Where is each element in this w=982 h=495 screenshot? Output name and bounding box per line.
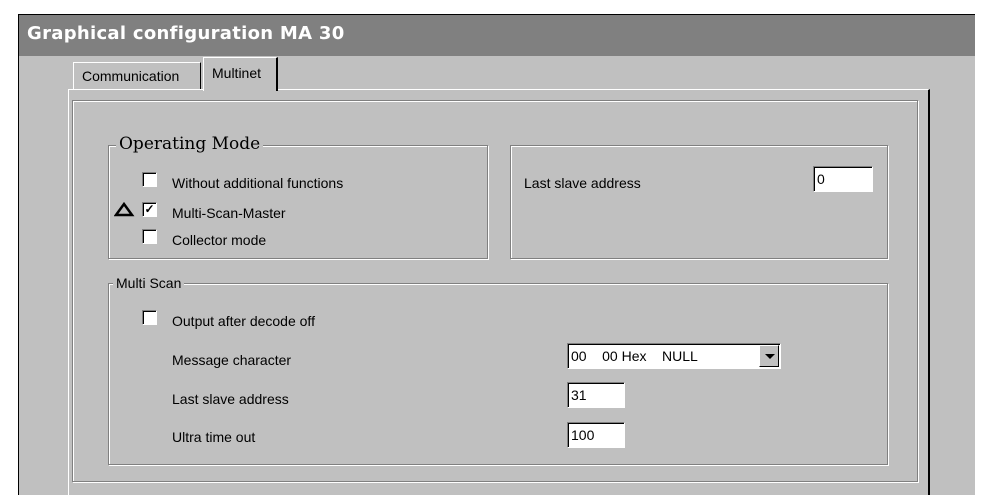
message-character-label: Message character [172, 352, 292, 368]
output-after-decode-off-label: Output after decode off [172, 313, 315, 329]
without-additional-functions-checkbox[interactable] [142, 172, 157, 187]
multi-scan-master-label: Multi-Scan-Master [172, 205, 286, 221]
last-slave-address-input[interactable]: 0 [813, 166, 873, 192]
hand-cursor-icon [114, 201, 135, 217]
ultra-time-out-input[interactable]: 100 [567, 422, 625, 448]
last-slave-address-label: Last slave address [524, 175, 641, 191]
tab-multinet[interactable]: Multinet [203, 57, 278, 91]
collector-mode-checkbox[interactable] [142, 229, 157, 244]
title-bar: Graphical configuration MA 30 [19, 15, 975, 56]
tab-communication[interactable]: Communication [73, 62, 201, 90]
message-character-value: 00 00 Hex NULL [571, 348, 698, 364]
multi-last-slave-address-label: Last slave address [172, 391, 289, 407]
multi-scan-master-checkbox[interactable]: ✓ [142, 202, 157, 217]
dropdown-arrow-icon[interactable] [759, 345, 779, 367]
operating-mode-title: Operating Mode [116, 134, 264, 154]
checkmark-icon: ✓ [144, 202, 155, 216]
last-slave-group: Last slave address 0 [510, 145, 888, 259]
collector-mode-label: Collector mode [172, 232, 267, 248]
multi-scan-group: Multi Scan Output after decode off Messa… [108, 275, 888, 465]
multi-last-slave-address-input[interactable]: 31 [567, 382, 625, 408]
ultra-time-out-label: Ultra time out [172, 429, 256, 445]
output-after-decode-off-checkbox[interactable] [142, 310, 157, 325]
message-character-select[interactable]: 00 00 Hex NULL [567, 343, 781, 369]
window-title: Graphical configuration MA 30 [27, 23, 345, 44]
operating-mode-group: Operating Mode Without additional functi… [108, 134, 488, 259]
without-additional-functions-label: Without additional functions [172, 175, 344, 191]
multi-scan-title: Multi Scan [113, 275, 185, 291]
